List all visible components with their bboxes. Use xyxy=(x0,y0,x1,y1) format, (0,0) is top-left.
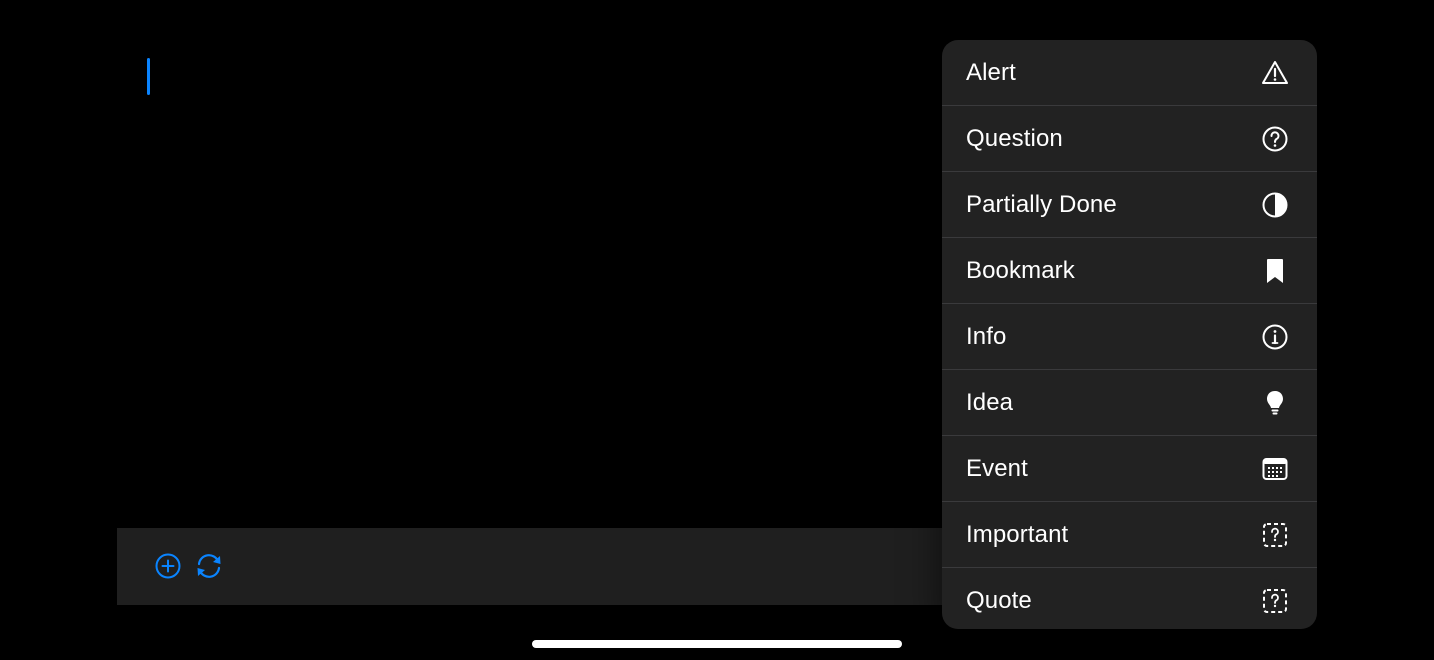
menu-item-idea[interactable]: Idea xyxy=(942,370,1317,436)
menu-item-alert[interactable]: Alert xyxy=(942,40,1317,106)
home-indicator[interactable] xyxy=(532,640,902,648)
menu-item-quote[interactable]: Quote xyxy=(942,568,1317,629)
sync-button[interactable] xyxy=(194,551,224,581)
menu-item-important[interactable]: Important xyxy=(942,502,1317,568)
lightbulb-icon xyxy=(1261,389,1289,417)
question-circle-icon xyxy=(1261,125,1289,153)
menu-item-label: Bookmark xyxy=(966,256,1075,284)
text-cursor[interactable] xyxy=(147,58,150,95)
menu-item-label: Info xyxy=(966,322,1007,350)
menu-item-label: Question xyxy=(966,124,1063,152)
menu-item-event[interactable]: Event xyxy=(942,436,1317,502)
calendar-icon xyxy=(1261,455,1289,483)
menu-item-bookmark[interactable]: Bookmark xyxy=(942,238,1317,304)
note-editor-screen: Alert Question Partially Done Bookmark I… xyxy=(0,0,1434,660)
menu-item-label: Quote xyxy=(966,586,1032,614)
dashed-question-square-icon xyxy=(1261,587,1289,615)
menu-item-label: Idea xyxy=(966,388,1014,416)
dashed-question-square-icon xyxy=(1261,521,1289,549)
menu-item-question[interactable]: Question xyxy=(942,106,1317,172)
bottom-toolbar xyxy=(117,528,1017,605)
tag-menu: Alert Question Partially Done Bookmark I… xyxy=(942,40,1317,629)
half-circle-icon xyxy=(1261,191,1289,219)
menu-item-label: Alert xyxy=(966,58,1016,86)
menu-item-info[interactable]: Info xyxy=(942,304,1317,370)
menu-item-label: Partially Done xyxy=(966,190,1117,218)
menu-item-label: Event xyxy=(966,454,1028,482)
info-circle-icon xyxy=(1261,323,1289,351)
menu-item-partially-done[interactable]: Partially Done xyxy=(942,172,1317,238)
sync-icon xyxy=(197,554,221,578)
menu-item-label: Important xyxy=(966,520,1069,548)
plus-circle-icon xyxy=(155,553,181,579)
add-button[interactable] xyxy=(153,551,183,581)
warning-triangle-icon xyxy=(1261,59,1289,87)
bookmark-icon xyxy=(1261,257,1289,285)
